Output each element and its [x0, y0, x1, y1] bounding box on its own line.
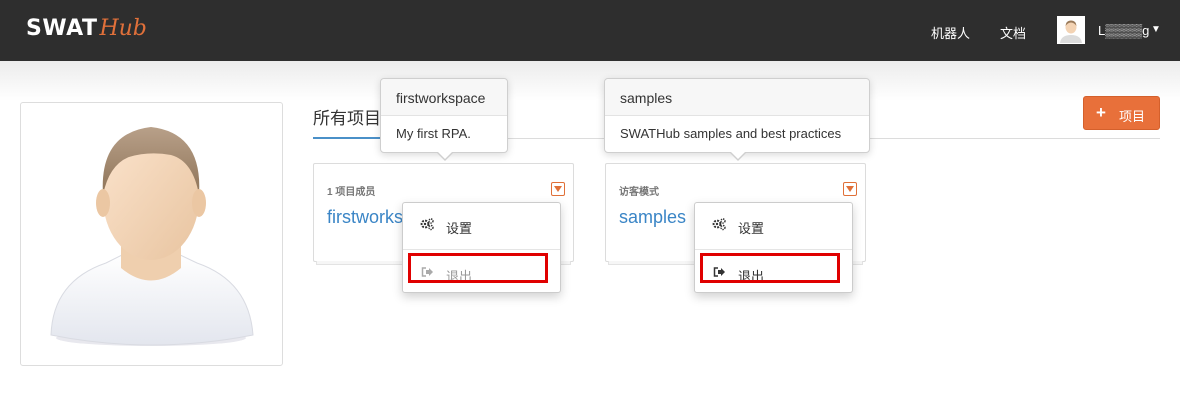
- project-description-popover: samples SWATHub samples and best practic…: [604, 78, 870, 161]
- logo-primary-text: SWAT: [26, 16, 98, 41]
- menu-divider: [403, 249, 560, 250]
- popover-arrow: [729, 151, 747, 161]
- user-avatar-icon[interactable]: [1057, 16, 1085, 44]
- popover-arrow: [436, 151, 454, 161]
- menu-divider: [695, 249, 852, 250]
- menu-item-settings[interactable]: 设置: [695, 205, 852, 245]
- add-project-button[interactable]: + 项目: [1083, 96, 1160, 130]
- section-title-all-projects: 所有项目: [313, 109, 381, 128]
- top-navbar: SWATHub 机器人 文档 L▒▒▒▒g ▼: [0, 0, 1180, 61]
- card-menu-toggle[interactable]: [843, 182, 857, 196]
- nav-link-robots[interactable]: 机器人: [931, 23, 970, 42]
- caret-down-icon: [554, 186, 562, 192]
- popover-body-text: SWATHub samples and best practices: [620, 126, 842, 141]
- add-project-label: 项目: [1119, 109, 1146, 124]
- caret-down-icon[interactable]: ▼: [1151, 24, 1161, 35]
- menu-item-settings[interactable]: 设置: [403, 205, 560, 245]
- swathub-logo[interactable]: SWATHub: [26, 16, 147, 46]
- nav-link-docs[interactable]: 文档: [1000, 23, 1026, 42]
- card-project-name[interactable]: samples: [619, 207, 686, 228]
- popover-title-text: samples: [620, 90, 673, 106]
- project-description-popover: firstworkspace My first RPA.: [380, 78, 508, 161]
- caret-down-icon: [846, 186, 854, 192]
- highlight-box: [408, 253, 548, 283]
- menu-item-label: 设置: [446, 221, 473, 236]
- card-meta: 访客模式: [619, 187, 659, 198]
- popover-title: samples: [605, 79, 869, 116]
- section-tab-underline: [313, 137, 383, 139]
- profile-avatar-card: [20, 102, 283, 366]
- logo-secondary-text: Hub: [99, 16, 147, 41]
- card-dropdown-menu: 设置 退出: [402, 202, 561, 293]
- plus-icon: +: [1096, 103, 1106, 122]
- cogs-icon: [420, 218, 434, 231]
- card-dropdown-menu: 设置 退出: [694, 202, 853, 293]
- popover-title: firstworkspace: [381, 79, 507, 116]
- popover-body-text: My first RPA.: [396, 126, 471, 141]
- header-band: [0, 61, 1180, 101]
- user-name: L▒▒▒▒g: [1098, 23, 1150, 38]
- menu-item-label: 设置: [738, 221, 765, 236]
- default-user-avatar-icon: [50, 127, 254, 346]
- card-meta: 1 项目成员: [327, 187, 376, 198]
- cogs-icon: [712, 218, 726, 231]
- card-menu-toggle[interactable]: [551, 182, 565, 196]
- highlight-box: [700, 253, 840, 283]
- popover-title-text: firstworkspace: [396, 90, 486, 106]
